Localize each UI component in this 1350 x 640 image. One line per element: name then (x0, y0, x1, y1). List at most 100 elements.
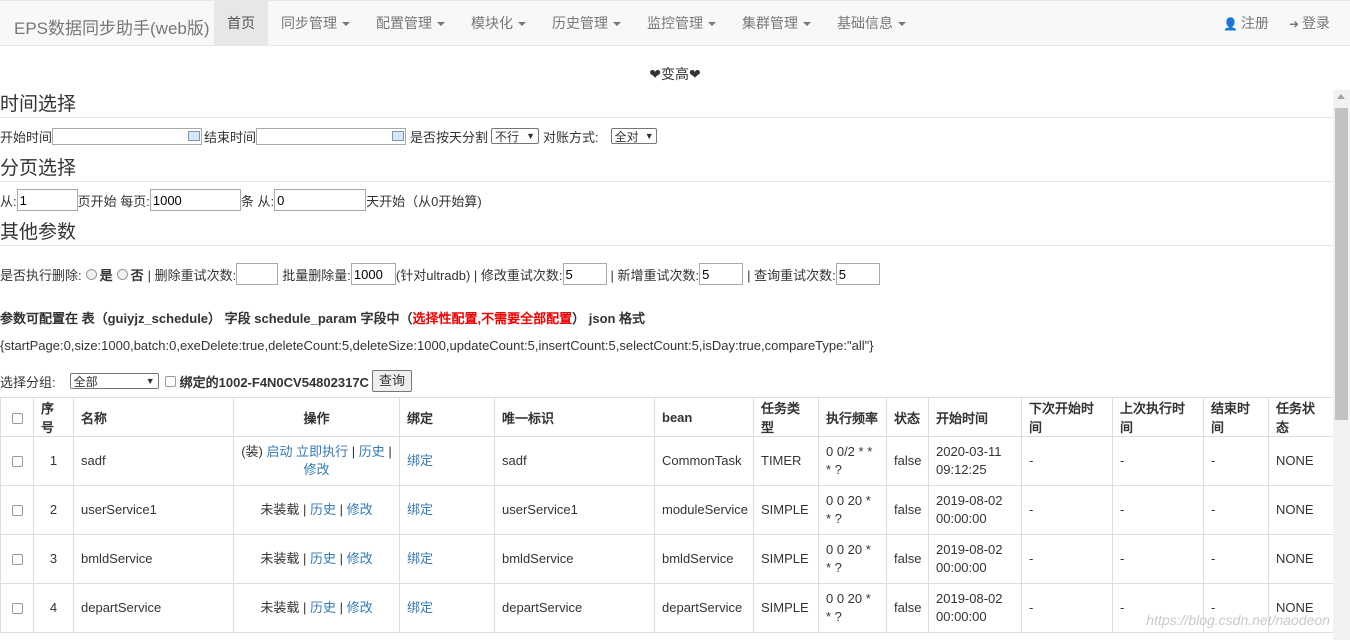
col-header: 任务类型 (753, 397, 819, 437)
cell-uid: bmldService (494, 534, 655, 584)
page-start-input[interactable] (16, 189, 78, 211)
nav-sync[interactable]: 同步管理 (268, 1, 363, 46)
history-link[interactable]: 历史 (359, 444, 385, 459)
row-select-cell[interactable] (0, 485, 34, 535)
start-time-input[interactable] (52, 127, 203, 145)
select-all-checkbox[interactable] (11, 412, 23, 424)
query-button[interactable]: 查询 (371, 370, 412, 392)
bind-link[interactable]: 绑定 (407, 453, 433, 468)
cell-bean: bmldService (654, 534, 754, 584)
separator: | (302, 502, 307, 517)
nav-config[interactable]: 配置管理 (363, 1, 458, 46)
row-select-cell[interactable] (0, 534, 34, 584)
delete-retry-input[interactable] (236, 263, 279, 285)
query-retry-input[interactable] (835, 263, 880, 285)
group-select[interactable]: 全部 ▼ (69, 373, 159, 389)
run-now-link[interactable]: 立即执行 (296, 444, 348, 459)
bind-link[interactable]: 绑定 (407, 600, 433, 615)
delete-yes-radio[interactable] (85, 268, 97, 280)
nav-right: 👤 注册 ➜ 登录 (1209, 1, 1336, 46)
separator: | (339, 551, 344, 566)
end-time-picker[interactable] (256, 127, 407, 145)
update-retry-input[interactable] (562, 263, 607, 285)
nav-home[interactable]: 首页 (214, 1, 268, 46)
bind-label: 绑定的1002-F4N0CV54802317C (179, 374, 369, 390)
cell-uid: sadf (494, 436, 655, 486)
split-select[interactable]: 不行 ▼ (491, 128, 540, 144)
from-label: 从: (0, 193, 17, 209)
cell-bean: moduleService (654, 485, 754, 535)
end-time-input[interactable] (256, 127, 407, 145)
cell-last-time: - (1112, 485, 1204, 535)
edit-link[interactable]: 修改 (347, 551, 373, 566)
row-checkbox[interactable] (11, 456, 23, 468)
bind-link[interactable]: 绑定 (407, 551, 433, 566)
edit-link[interactable]: 修改 (347, 600, 373, 615)
history-link[interactable]: 历史 (310, 600, 336, 615)
col-header: 绑定 (399, 397, 495, 437)
cell-last-time: - (1112, 534, 1204, 584)
main-nav: 首页 同步管理 配置管理 模块化 历史管理 监控管理 集群管理 基础信息 (214, 1, 919, 46)
nav-basic-info[interactable]: 基础信息 (824, 1, 919, 46)
cell-start-time: 2019-08-02 00:00:00 (928, 583, 1022, 633)
cell-name: departService (73, 583, 234, 633)
brand-title[interactable]: EPS数据同步助手(web版) (14, 14, 210, 39)
batch-delete-input[interactable] (350, 263, 396, 285)
row-checkbox[interactable] (11, 505, 23, 517)
caret-down-icon (898, 22, 906, 27)
insert-retry-label: | 新增重试次数: (610, 267, 700, 283)
start-time-picker[interactable] (52, 127, 203, 145)
cell-task-status: NONE (1268, 485, 1333, 535)
cell-end-time: - (1203, 534, 1269, 584)
cell-freq: 0 0 20 * * ? (818, 485, 887, 535)
load-state: 未装载 (260, 502, 300, 517)
nav-module[interactable]: 模块化 (458, 1, 539, 46)
edit-link[interactable]: 修改 (303, 462, 329, 477)
caret-down-icon (803, 22, 811, 27)
day-start-input[interactable] (274, 189, 367, 211)
col-header: 唯一标识 (494, 397, 655, 437)
bind-checkbox[interactable] (164, 375, 176, 387)
other-section-legend: 其他参数 (0, 218, 1333, 246)
login-link[interactable]: ➜ 登录 (1283, 1, 1336, 46)
insert-retry-input[interactable] (699, 263, 744, 285)
table-row: 2 userService1 未装载 | 历史 | 修改 绑定 userServ… (0, 485, 1333, 535)
row-select-cell[interactable] (0, 583, 34, 633)
cell-bean: CommonTask (654, 436, 754, 486)
row-checkbox[interactable] (11, 554, 23, 566)
nav-monitor[interactable]: 监控管理 (634, 1, 729, 46)
history-link[interactable]: 历史 (310, 502, 336, 517)
cell-freq: 0 0 20 * * ? (818, 534, 887, 584)
cell-start-time: 2019-08-02 00:00:00 (928, 485, 1022, 535)
bind-link[interactable]: 绑定 (407, 502, 433, 517)
cell-status: false (886, 534, 929, 584)
history-link[interactable]: 历史 (310, 551, 336, 566)
register-link[interactable]: 👤 注册 (1217, 1, 1275, 46)
per-page-input[interactable] (149, 189, 241, 211)
compare-select[interactable]: 全对 ▼ (610, 128, 657, 144)
login-icon: ➜ (1288, 17, 1299, 31)
delete-no-radio[interactable] (116, 268, 128, 280)
row-select-cell[interactable] (0, 436, 34, 486)
caret-down-icon (613, 22, 621, 27)
edit-link[interactable]: 修改 (347, 502, 373, 517)
vertical-scrollbar[interactable] (1333, 90, 1350, 640)
calendar-icon[interactable] (392, 130, 405, 141)
calendar-icon[interactable] (188, 130, 201, 141)
nav-cluster[interactable]: 集群管理 (729, 1, 824, 46)
cell-ops: 未装载 | 历史 | 修改 (233, 485, 400, 535)
col-header: bean (654, 397, 754, 437)
row-checkbox[interactable] (11, 603, 23, 615)
cell-name: bmldService (73, 534, 234, 584)
select-all-header[interactable] (0, 397, 34, 437)
scrollbar-thumb[interactable] (1335, 108, 1348, 420)
start-link[interactable]: 启动 (266, 444, 292, 459)
nav-history[interactable]: 历史管理 (539, 1, 634, 46)
cell-start-time: 2019-08-02 00:00:00 (928, 534, 1022, 584)
scroll-up-icon[interactable] (1337, 94, 1345, 99)
json-example: {startPage:0,size:1000,batch:0,exeDelete… (0, 338, 874, 353)
group-label: 选择分组: (0, 374, 56, 390)
dropdown-arrow-icon: ▼ (526, 131, 536, 141)
cell-task-status: NONE (1268, 534, 1333, 584)
table-row: 4 departService 未装载 | 历史 | 修改 绑定 departS… (0, 583, 1333, 633)
